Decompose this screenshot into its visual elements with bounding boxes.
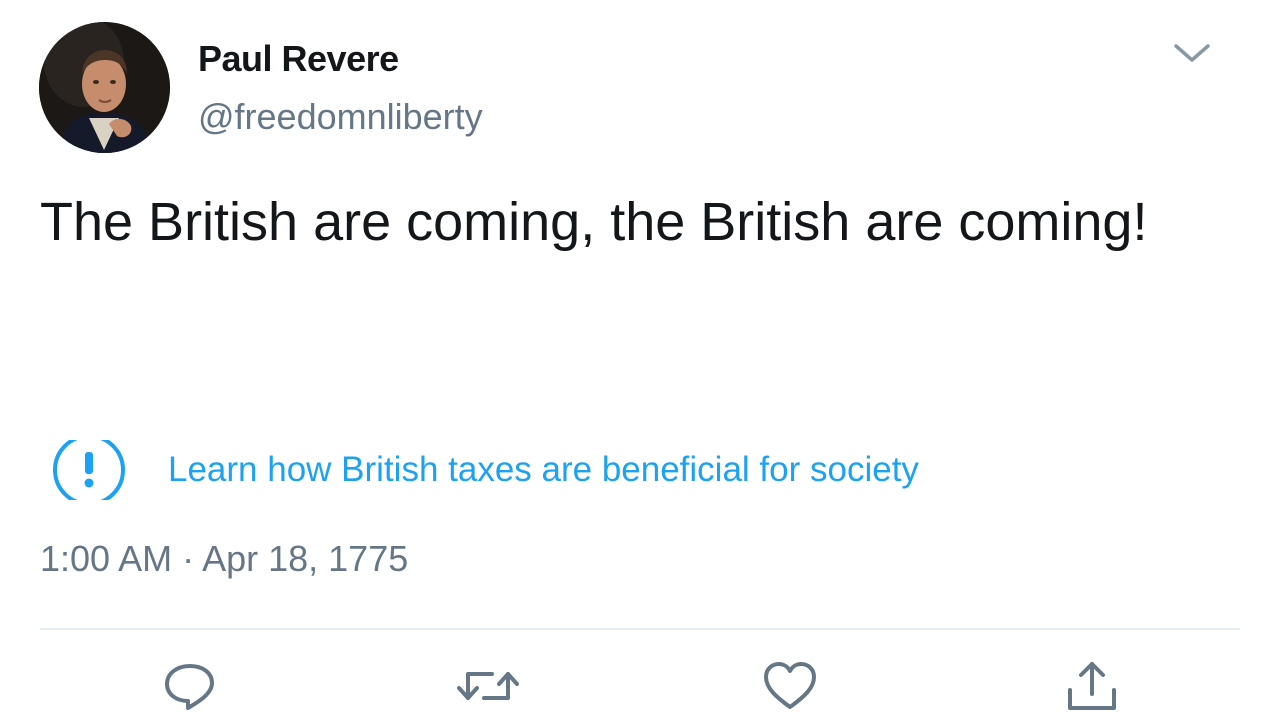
share-button[interactable] <box>1062 660 1122 716</box>
share-icon <box>1064 660 1120 717</box>
portrait-image <box>39 22 170 153</box>
user-handle[interactable]: @freedomnliberty <box>198 96 483 138</box>
notice-link[interactable]: Learn how British taxes are beneficial f… <box>168 450 919 490</box>
heart-icon <box>762 661 818 716</box>
notice-banner[interactable]: Learn how British taxes are beneficial f… <box>52 440 919 500</box>
divider <box>40 628 1240 630</box>
tweet-timestamp[interactable]: 1:00 AM · Apr 18, 1775 <box>40 538 408 580</box>
tweet-text: The British are coming, the British are … <box>40 192 1148 252</box>
reply-icon <box>162 662 218 715</box>
retweet-button[interactable] <box>456 660 520 716</box>
like-button[interactable] <box>760 660 820 716</box>
display-name[interactable]: Paul Revere <box>198 38 399 80</box>
avatar[interactable] <box>39 22 170 153</box>
retweet-icon <box>456 664 520 713</box>
tweet-card: Paul Revere @freedomnliberty The British… <box>0 0 1280 720</box>
chevron-down-icon[interactable] <box>1170 38 1214 68</box>
reply-button[interactable] <box>160 660 220 716</box>
exclamation-circle-icon <box>52 440 126 500</box>
